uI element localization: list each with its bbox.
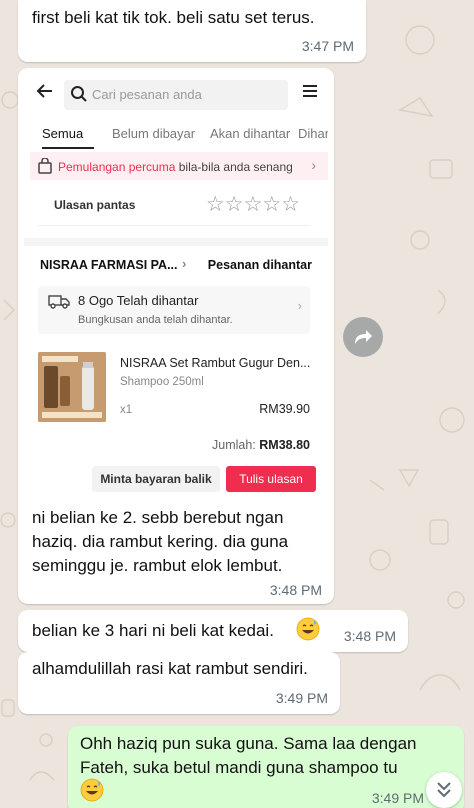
shop-name: NISRAA FARMASI PA... [40, 258, 178, 272]
tab-akan-dihantar: Akan dihantar [210, 126, 291, 141]
active-tab-indicator [42, 147, 94, 149]
shop-header-row: NISRAA FARMASI PA... › Pesanan dihantar [24, 254, 328, 278]
chevron-right-icon: › [297, 298, 302, 313]
outgoing-message-bubble[interactable]: Ohh haziq pun suka guna. Sama laa dengan… [68, 726, 464, 808]
search-icon [71, 86, 87, 102]
section-divider [24, 238, 328, 246]
message-bubble[interactable]: alhamdulillah rasi kat rambut sendiri. 3… [18, 652, 340, 714]
delivery-truck-icon [48, 295, 70, 309]
order-tabs: Semua Belum dibayar Akan dihantar Dihan [24, 120, 328, 150]
search-bar-row: Cari pesanan anda [24, 74, 328, 114]
shopping-bag-icon [38, 158, 52, 174]
message-time: 3:48 PM [343, 628, 396, 644]
refund-request-button: Minta bayaran balik [92, 466, 220, 492]
tab-dihantar: Dihan [298, 126, 328, 141]
order-total: Jumlah: RM38.80 [212, 438, 310, 452]
forward-button[interactable] [343, 317, 383, 357]
product-quantity: x1 [120, 404, 133, 416]
total-value: RM38.80 [259, 438, 310, 452]
message-text: first beli kat tik tok. beli satu set te… [32, 8, 315, 27]
quick-review-label: Ulasan pantas [54, 198, 136, 212]
search-placeholder: Cari pesanan anda [92, 87, 202, 102]
message-text: alhamdulillah rasi kat rambut sendiri. [32, 659, 308, 678]
message-time: 3:49 PM [371, 790, 424, 806]
star-rating-empty: ☆☆☆☆☆ [205, 193, 300, 216]
order-status: Pesanan dihantar [207, 258, 312, 272]
message-text: Ohh haziq pun suka guna. Sama laa dengan… [80, 734, 417, 777]
product-variant: Shampoo 250ml [120, 376, 204, 388]
message-bubble[interactable]: first beli kat tik tok. beli satu set te… [18, 0, 366, 62]
hamburger-menu-icon [303, 85, 317, 97]
write-review-button: Tulis ulasan [226, 466, 316, 492]
product-name: NISRAA Set Rambut Gugur Den... [120, 356, 311, 370]
message-bubble-with-image[interactable]: Cari pesanan anda Semua Belum dibayar Ak… [18, 68, 334, 604]
product-price: RM39.90 [259, 402, 310, 416]
delivery-title: 8 Ogo Telah dihantar [78, 293, 199, 308]
total-label: Jumlah: [212, 438, 260, 452]
grinning-sweat-emoji-icon [80, 778, 104, 802]
product-row: NISRAA Set Rambut Gugur Den... Shampoo 2… [38, 352, 328, 422]
message-time: 3:47 PM [301, 38, 354, 54]
delivery-status-box: 8 Ogo Telah dihantar Bungkusan anda tela… [38, 286, 310, 334]
chevron-right-icon: › [311, 157, 316, 173]
free-return-banner: Pemulangan percuma bila-bila anda senang… [30, 152, 328, 180]
delivery-subtitle: Bungkusan anda telah dihantar. [78, 314, 233, 326]
grinning-sweat-emoji-icon [296, 617, 320, 641]
message-text: ni belian ke 2. sebb berebut ngan haziq.… [32, 508, 289, 575]
tab-semua: Semua [42, 126, 84, 141]
promo-text: bila-bila anda senang [175, 160, 293, 174]
quick-review-row: Ulasan pantas ☆☆☆☆☆ [38, 184, 310, 226]
message-time: 3:48 PM [269, 582, 322, 598]
message-bubble[interactable]: belian ke 3 hari ni beli kat kedai. 3:48… [18, 610, 408, 652]
order-screenshot-image[interactable]: Cari pesanan anda Semua Belum dibayar Ak… [24, 74, 328, 494]
message-text: belian ke 3 hari ni beli kat kedai. [32, 621, 274, 640]
forward-arrow-icon [355, 330, 372, 344]
back-arrow-icon [36, 84, 52, 98]
scroll-to-bottom-button[interactable] [426, 772, 462, 808]
chevron-right-icon: › [182, 256, 187, 271]
search-input: Cari pesanan anda [64, 80, 288, 110]
message-time: 3:49 PM [275, 690, 328, 706]
double-chevron-down-icon [437, 782, 451, 798]
promo-highlight: Pemulangan percuma [58, 160, 176, 174]
product-thumbnail [38, 352, 106, 422]
tab-belum-dibayar: Belum dibayar [112, 126, 196, 141]
